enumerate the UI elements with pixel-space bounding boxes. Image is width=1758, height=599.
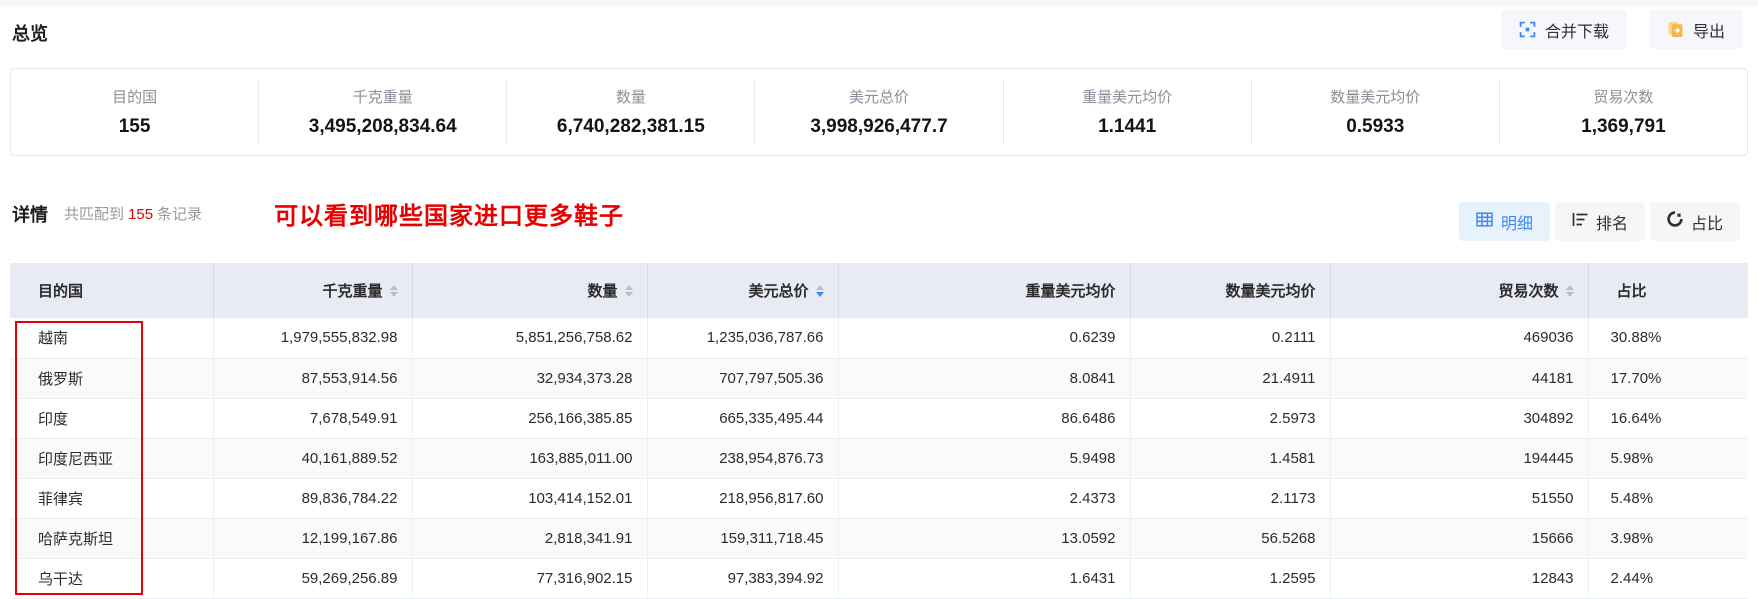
sort-carets-icon[interactable] (624, 284, 633, 297)
tab-proportion[interactable]: 占比 (1649, 202, 1740, 241)
col-header-usd-per-quantity: 数量美元均价 (1130, 263, 1331, 318)
top-strip (0, 0, 1758, 7)
stat-usd-per-quantity: 数量美元均价 0.5933 (1250, 80, 1499, 144)
merge-icon (1519, 21, 1536, 38)
tab-ranking-label: 排名 (1595, 215, 1628, 233)
tab-proportion-label: 占比 (1690, 215, 1723, 233)
table-row: 印度 7,678,549.91 256,166,385.85 665,335,4… (10, 398, 1748, 439)
pie-icon (1667, 211, 1683, 232)
sort-carets-icon-active-desc[interactable] (815, 284, 824, 297)
stat-trade-count: 贸易次数 1,369,791 (1498, 80, 1747, 144)
merge-download-button[interactable]: 合并下载 (1500, 10, 1627, 49)
stat-usd-total: 美元总价 3,998,926,477.7 (754, 80, 1002, 144)
col-header-kg-weight[interactable]: 千克重量 (213, 263, 413, 318)
col-header-destination: 目的国 (10, 263, 214, 318)
tab-detail[interactable]: 明细 (1458, 202, 1550, 241)
stat-usd-per-weight: 重量美元均价 1.1441 (1002, 80, 1251, 144)
table-row: 印度尼西亚 40,161,889.52 163,885,011.00 238,9… (10, 438, 1748, 479)
match-count-number: 155 (128, 206, 154, 223)
top-actions: 合并下载 导出 (1500, 10, 1743, 49)
export-label: 导出 (1692, 23, 1725, 41)
col-header-proportion: 占比 (1588, 263, 1748, 318)
stat-destination-countries: 目的国 155 (112, 89, 158, 137)
stat-quantity: 数量 6,740,282,381.15 (506, 80, 754, 144)
col-header-quantity[interactable]: 数量 (412, 263, 648, 318)
col-header-trade-count[interactable]: 贸易次数 (1330, 263, 1589, 318)
details-table: 目的国 千克重量 数量 美元总价 重量美元均价 数量美元均价 贸易次数 占比 越… (10, 263, 1748, 599)
merge-download-label: 合并下载 (1544, 23, 1609, 41)
tab-ranking[interactable]: 排名 (1554, 202, 1645, 241)
export-icon (1667, 21, 1684, 38)
stat-kg-weight: 千克重量 3,495,208,834.64 (258, 80, 506, 144)
table-row: 菲律宾 89,836,784.22 103,414,152.01 218,956… (10, 478, 1748, 519)
ranking-icon (1572, 212, 1588, 232)
table-header-row: 目的国 千克重量 数量 美元总价 重量美元均价 数量美元均价 贸易次数 占比 (10, 263, 1748, 318)
annotation-text: 可以看到哪些国家进口更多鞋子 (274, 203, 625, 230)
export-button[interactable]: 导出 (1648, 10, 1743, 49)
overview-stats-card: 目的国 155 千克重量 3,495,208,834.64 数量 6,740,2… (10, 68, 1748, 156)
table-row: 乌干达 59,269,256.89 77,316,902.15 97,383,3… (10, 558, 1748, 599)
col-header-usd-per-weight: 重量美元均价 (838, 263, 1131, 318)
details-section-title: 详情 (12, 204, 48, 225)
overview-section-title: 总览 (12, 24, 48, 44)
tab-detail-label: 明细 (1500, 215, 1533, 233)
match-count-text: 共匹配到 155 条记录 (64, 206, 203, 223)
col-header-usd-total[interactable]: 美元总价 (647, 263, 839, 318)
details-bar: 详情 共匹配到 155 条记录 可以看到哪些国家进口更多鞋子 (12, 196, 624, 231)
sort-carets-icon[interactable] (1565, 284, 1574, 297)
sort-carets-icon[interactable] (389, 284, 398, 297)
table-row: 越南 1,979,555,832.98 5,851,256,758.62 1,2… (10, 318, 1748, 359)
trade-overview-page: 总览 合并下载 导出 目的国 155 千克重量 3,495,208,834.64… (0, 0, 1758, 599)
table-row: 哈萨克斯坦 12,199,167.86 2,818,341.91 159,311… (10, 518, 1748, 559)
view-switch: 明细 排名 占比 (1458, 202, 1740, 241)
table-icon (1476, 211, 1493, 232)
table-row: 俄罗斯 87,553,914.56 32,934,373.28 707,797,… (10, 358, 1748, 399)
